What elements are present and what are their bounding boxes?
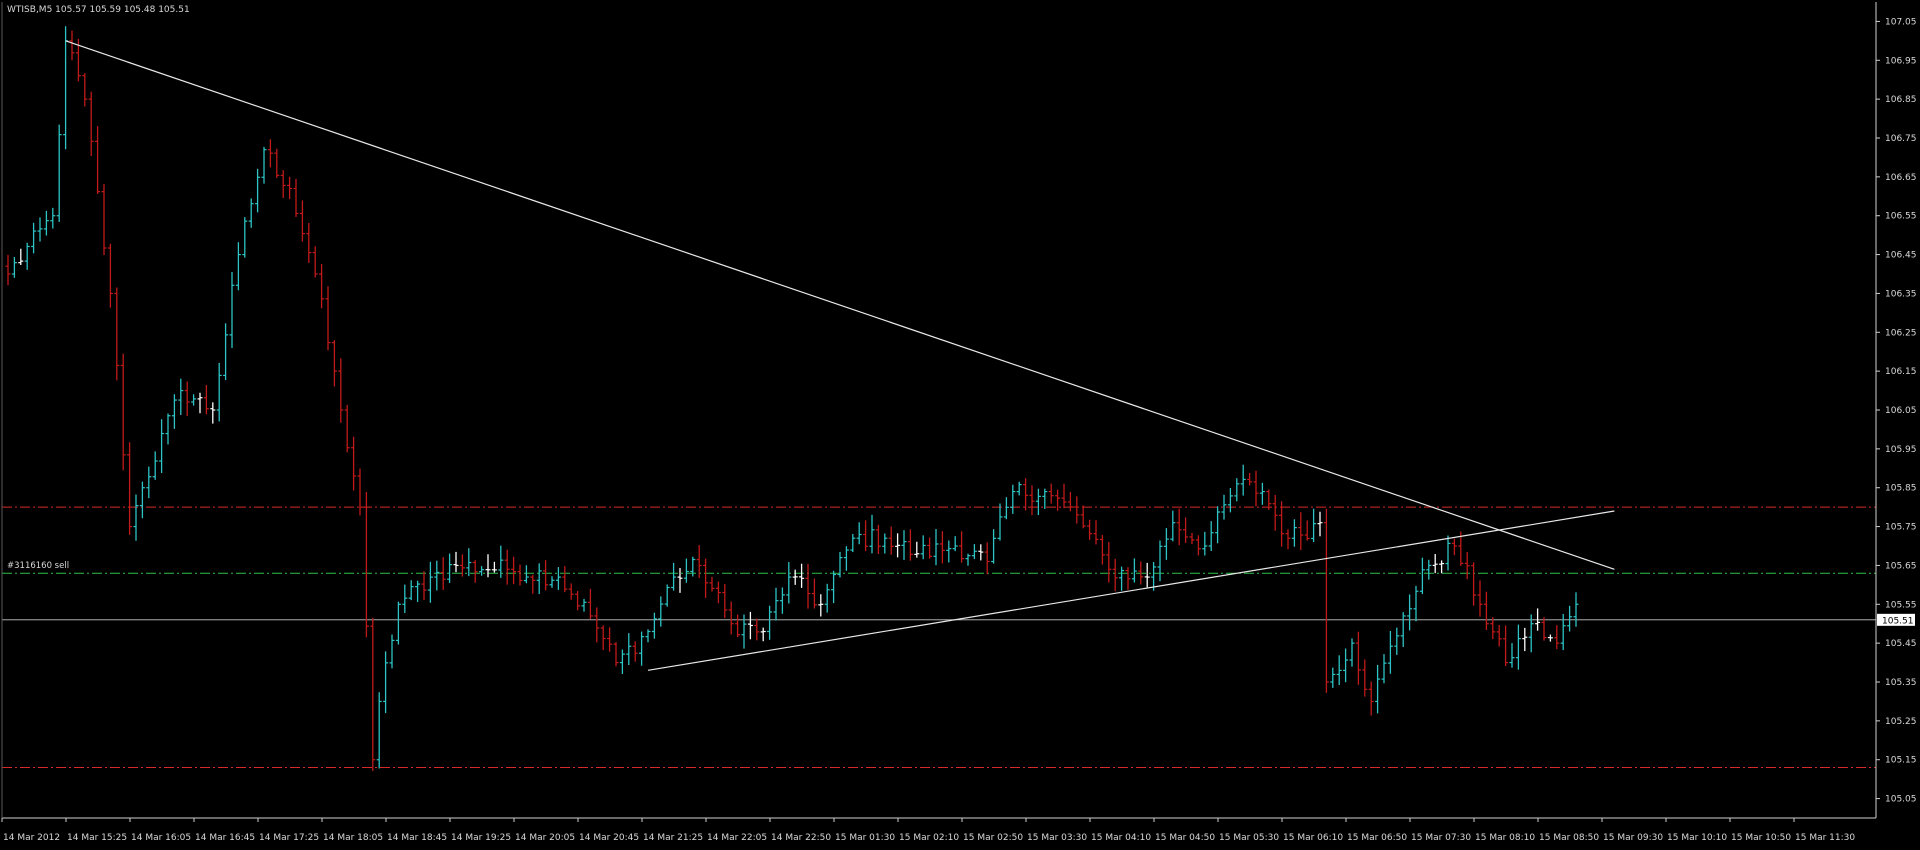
x-tick-label: 15 Mar 05:30 — [1219, 833, 1279, 843]
x-tick-label: 14 Mar 16:05 — [131, 833, 191, 843]
y-tick-label: 106.95 — [1885, 56, 1917, 66]
y-tick-label: 105.75 — [1885, 523, 1917, 533]
y-tick-label: 105.35 — [1885, 678, 1917, 688]
x-tick-label: 15 Mar 10:10 — [1667, 833, 1727, 843]
y-tick-label: 105.25 — [1885, 717, 1917, 727]
y-tick-label: 106.05 — [1885, 406, 1917, 416]
x-tick-label: 14 Mar 19:25 — [451, 833, 511, 843]
x-tick-label: 14 Mar 20:45 — [579, 833, 639, 843]
y-tick-label: 106.45 — [1885, 251, 1917, 261]
x-tick-label: 14 Mar 15:25 — [67, 833, 127, 843]
x-tick-label: 15 Mar 09:30 — [1603, 833, 1663, 843]
x-tick-label: 15 Mar 08:10 — [1475, 833, 1535, 843]
y-tick-label: 106.75 — [1885, 134, 1917, 144]
x-tick-label: 14 Mar 2012 — [3, 833, 60, 843]
x-tick-label: 14 Mar 18:45 — [387, 833, 447, 843]
x-tick-label: 15 Mar 10:50 — [1731, 833, 1791, 843]
current-price-label: 105.51 — [1882, 616, 1914, 626]
y-tick-label: 105.55 — [1885, 600, 1917, 610]
x-tick-label: 14 Mar 22:05 — [707, 833, 767, 843]
x-tick-label: 15 Mar 02:50 — [963, 833, 1023, 843]
price-chart-svg[interactable]: #3116160 sell 105.51 107.05 106.95 106.85 10… — [0, 0, 1920, 846]
x-tick-label: 15 Mar 04:50 — [1155, 833, 1215, 843]
x-tick-label: 14 Mar 17:25 — [259, 833, 319, 843]
y-tick-label: 107.05 — [1885, 17, 1917, 27]
x-tick-label: 15 Mar 02:10 — [899, 833, 959, 843]
y-tick-label: 106.25 — [1885, 328, 1917, 338]
x-tick-label: 14 Mar 21:25 — [643, 833, 703, 843]
x-tick-label: 14 Mar 20:05 — [515, 833, 575, 843]
trade-label: #3116160 sell — [7, 561, 69, 571]
y-tick-label: 105.05 — [1885, 795, 1917, 805]
y-tick-label: 105.45 — [1885, 639, 1917, 649]
y-tick-label: 105.95 — [1885, 445, 1917, 455]
y-tick-label: 105.15 — [1885, 756, 1917, 766]
x-tick-label: 15 Mar 03:30 — [1027, 833, 1087, 843]
x-tick-label: 14 Mar 18:05 — [323, 833, 383, 843]
chart-background — [0, 0, 1920, 846]
x-tick-label: 14 Mar 22:50 — [771, 833, 831, 843]
y-tick-label: 105.65 — [1885, 561, 1917, 571]
y-tick-label: 106.65 — [1885, 173, 1917, 183]
x-tick-label: 15 Mar 11:30 — [1795, 833, 1855, 843]
x-tick-label: 15 Mar 06:50 — [1347, 833, 1407, 843]
y-tick-label: 106.55 — [1885, 212, 1917, 222]
y-tick-label: 106.15 — [1885, 367, 1917, 377]
x-tick-label: 14 Mar 16:45 — [195, 833, 255, 843]
x-tick-label: 15 Mar 08:50 — [1539, 833, 1599, 843]
symbol-info-header: WTISB,M5 105.57 105.59 105.48 105.51 — [7, 5, 190, 15]
x-tick-label: 15 Mar 07:30 — [1411, 833, 1471, 843]
price-chart[interactable]: #3116160 sell 105.51 107.05 106.95 106.85 10… — [0, 0, 1920, 846]
y-tick-label: 106.85 — [1885, 95, 1917, 105]
x-tick-label: 15 Mar 06:10 — [1283, 833, 1343, 843]
x-tick-label: 15 Mar 01:30 — [835, 833, 895, 843]
y-tick-label: 106.35 — [1885, 289, 1917, 299]
x-tick-label: 15 Mar 04:10 — [1091, 833, 1151, 843]
y-tick-label: 105.85 — [1885, 484, 1917, 494]
